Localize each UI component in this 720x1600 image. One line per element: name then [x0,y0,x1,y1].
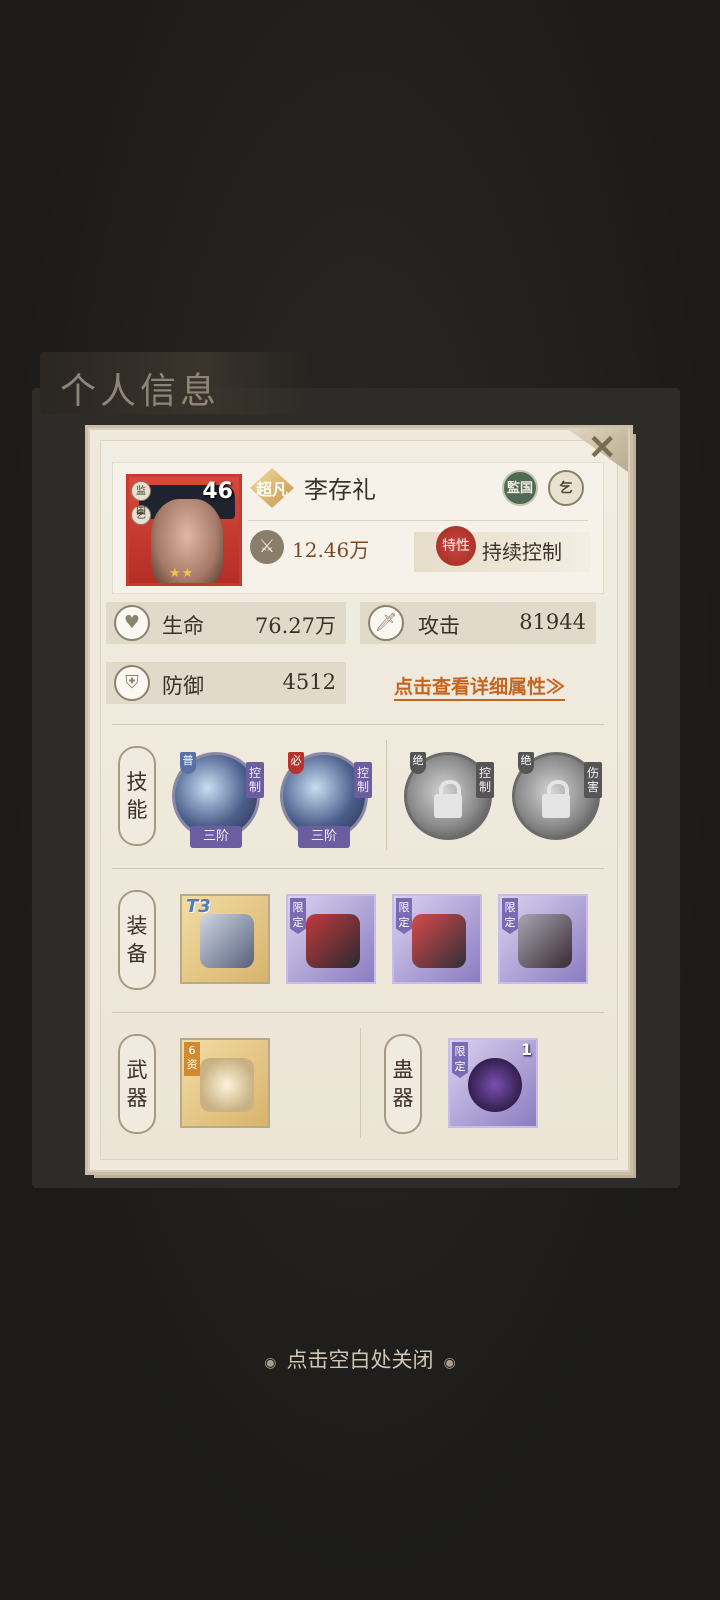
weapon-divider [360,1028,361,1138]
bracer-icon [412,914,466,968]
stat-hp-label: 生命 [162,614,204,638]
class-badge[interactable]: 乞 [548,470,584,506]
section-gu-char-1: 蛊 [392,1058,414,1082]
equip-slot-armor[interactable]: 限定 [286,894,376,984]
crossed-swords-icon: ⚔ [250,530,284,564]
limited-badge: 限定 [452,1042,468,1078]
stat-atk-value: 81944 [519,610,586,634]
heart-icon: ♥ [114,605,150,641]
stat-def-label: 防御 [162,674,204,698]
armor-icon [306,914,360,968]
boots-icon [200,914,254,968]
stat-def-value: 4512 [282,670,336,694]
ornament-left-icon: ◉ [264,1355,277,1371]
limited-badge: 限定 [396,898,412,934]
skill-normal-tier: 三阶 [190,826,242,848]
gu-slot[interactable]: 限定 1 [448,1038,538,1128]
section-gu-char-2: 器 [392,1086,414,1110]
section-equipment-tag: 装 备 [118,890,156,990]
skill-normal-tag: 控制 [246,762,264,798]
weapon-slot[interactable]: 6资 [180,1038,270,1128]
gourd-icon [468,1058,522,1112]
section-skills-char-2: 能 [126,798,148,822]
hero-name: 李存礼 [304,476,376,504]
close-hint-text: 点击空白处关闭 [286,1348,434,1372]
divider-stats [112,724,604,725]
section-weapon-char-1: 武 [126,1058,148,1082]
stat-atk-label: 攻击 [418,614,460,638]
hero-portrait[interactable]: 监国 乞 46 ★★ [126,474,242,586]
hero-stars: ★★ [169,566,195,581]
stat-hp-value: 76.27万 [254,614,336,638]
skills-divider [386,740,387,850]
weapon-quality-badge: 6资 [184,1042,200,1076]
ornament-right-icon: ◉ [443,1355,456,1371]
section-equipment-char-2: 备 [126,942,148,966]
section-weapon-tag: 武 器 [118,1034,156,1134]
skill-locked-1-tag: 控制 [476,762,494,798]
background-title: 个人信息 [60,371,221,412]
weapon-icon [200,1058,254,1112]
lock-icon [434,780,462,818]
skill-normal-corner: 普 [180,752,196,774]
header-divider [248,520,588,521]
section-equipment-char-1: 装 [126,914,148,938]
skill-ultimate-tag: 控制 [354,762,372,798]
shield-icon: ⛨ [114,665,150,701]
trait-text: 持续控制 [482,540,562,564]
limited-badge: 限定 [290,898,306,934]
helmet-icon [518,914,572,968]
lock-icon [542,780,570,818]
faction-badge[interactable]: 監国 [502,470,538,506]
section-skills-tag: 技 能 [118,746,156,846]
section-skills-char-1: 技 [126,770,148,794]
skill-ultimate-corner: 必 [288,752,304,774]
portrait-class-badge: 乞 [131,505,151,525]
section-weapon-char-2: 器 [126,1086,148,1110]
equip-slot-bracer[interactable]: 限定 [392,894,482,984]
gu-count: 1 [520,1040,532,1059]
skill-ultimate-tier: 三阶 [298,826,350,848]
sword-icon: 🗡 [368,605,404,641]
divider-skills [112,868,604,869]
hero-level: 46 [202,479,233,504]
section-gu-tag: 蛊 器 [384,1034,422,1134]
equip-tier-badge: T3 [186,896,211,917]
detail-attributes-link[interactable]: 点击查看详细属性≫ [394,672,566,701]
portrait-faction-badge: 监国 [131,481,151,517]
trait-seal-icon: 特性 [436,526,476,566]
equip-slot-helmet[interactable]: 限定 [498,894,588,984]
power-value: 12.46万 [292,538,370,562]
close-hint[interactable]: ◉ 点击空白处关闭 ◉ [0,1344,720,1374]
equip-slot-boots[interactable]: T3 [180,894,270,984]
limited-badge: 限定 [502,898,518,934]
skill-locked-2-tag: 伤害 [584,762,602,798]
skill-locked-1-corner: 绝 [410,752,426,774]
portrait-badges: 监国 乞 [131,481,153,529]
divider-equipment [112,1012,604,1013]
skill-locked-2-corner: 绝 [518,752,534,774]
